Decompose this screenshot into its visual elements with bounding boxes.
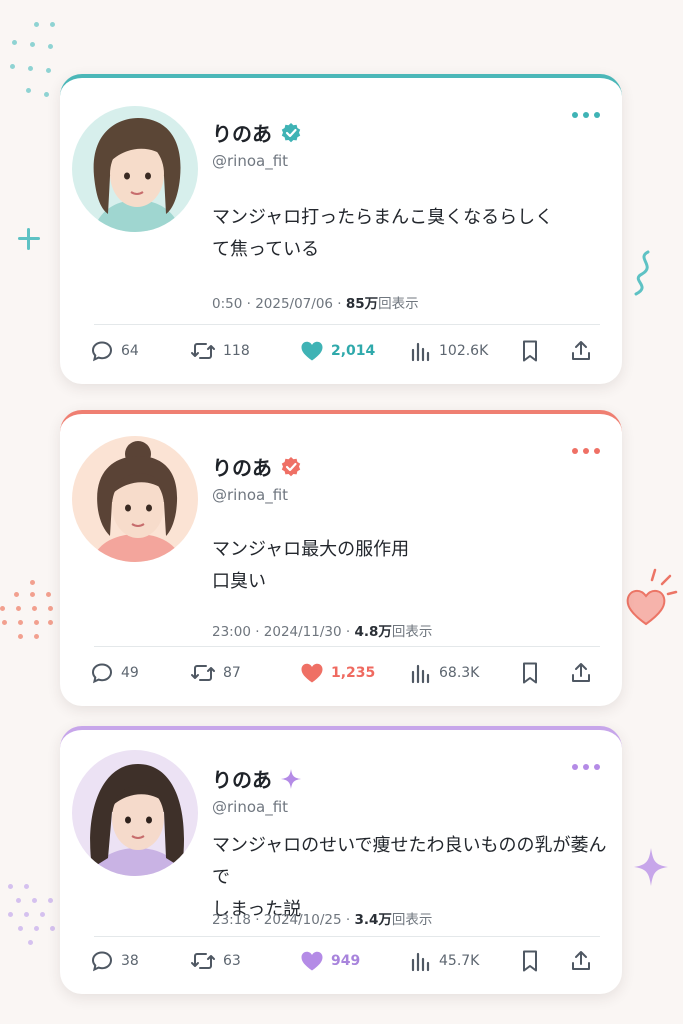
- share-button[interactable]: [570, 661, 592, 685]
- repost-count: 63: [223, 953, 241, 969]
- analytics-bars-icon: [411, 664, 430, 684]
- repost-icon: [191, 953, 215, 969]
- reply-count: 49: [121, 665, 139, 681]
- like-count: 2,014: [331, 343, 376, 359]
- reply-icon: [91, 341, 113, 362]
- tweet-timestamp[interactable]: 23:00 · 2024/11/30 · 4.8万回表示: [212, 620, 432, 640]
- repost-count: 87: [223, 665, 241, 681]
- verified-check-badge-icon: [281, 122, 301, 142]
- like-button[interactable]: 2,014: [300, 340, 375, 362]
- avatar[interactable]: [70, 748, 200, 878]
- more-options-icon[interactable]: [572, 764, 600, 770]
- tweet-card[interactable]: りのあ @rinoa_fit マンジャロ打ったらまんこ臭くなるらしく て焦ってい…: [60, 74, 622, 384]
- share-icon: [572, 663, 590, 682]
- user-handle[interactable]: @rinoa_fit: [212, 798, 288, 816]
- display-name[interactable]: りのあ: [212, 764, 272, 793]
- sparkle-decoration-icon: [634, 848, 668, 886]
- heart-icon: [301, 341, 323, 361]
- divider: [94, 646, 600, 647]
- user-handle[interactable]: @rinoa_fit: [212, 152, 288, 170]
- tweet-card[interactable]: りのあ @rinoa_fit マンジャロのせいで痩せたわ良いものの乳が萎んで し…: [60, 726, 622, 994]
- bookmark-icon: [523, 340, 537, 362]
- share-icon: [572, 951, 590, 970]
- repost-icon: [191, 343, 215, 359]
- decorative-dots-middle-left: [0, 578, 60, 648]
- repost-button[interactable]: 87: [190, 661, 241, 685]
- repost-button[interactable]: 118: [190, 339, 250, 363]
- reply-count: 38: [121, 953, 139, 969]
- decorative-dots-top-left: [6, 20, 62, 100]
- tweet-timestamp[interactable]: 0:50 · 2025/07/06 · 85万回表示: [212, 292, 419, 312]
- bookmark-button[interactable]: [520, 949, 540, 973]
- reply-icon: [91, 951, 113, 972]
- display-name[interactable]: りのあ: [212, 118, 272, 147]
- tweet-text: マンジャロ最大の服作用 口臭い: [212, 539, 410, 592]
- analytics-bars-icon: [411, 952, 430, 972]
- like-button[interactable]: 949: [300, 950, 360, 972]
- like-count: 1,235: [331, 665, 376, 681]
- analytics-bars-icon: [411, 342, 430, 362]
- divider: [94, 936, 600, 937]
- decorative-dots-bottom-left: [4, 880, 60, 950]
- share-button[interactable]: [570, 949, 592, 973]
- heart-icon: [301, 663, 323, 683]
- display-name[interactable]: りのあ: [212, 452, 272, 481]
- views-button[interactable]: 102.6K: [410, 340, 488, 362]
- squiggle-decoration-icon: [634, 250, 650, 296]
- bookmark-icon: [523, 662, 537, 684]
- views-button[interactable]: 45.7K: [410, 950, 479, 972]
- reply-count: 64: [121, 343, 139, 359]
- heart-decoration-icon: [626, 568, 678, 626]
- view-count: 68.3K: [439, 665, 480, 681]
- sparkle-badge-icon: [281, 768, 301, 789]
- like-button[interactable]: 1,235: [300, 662, 375, 684]
- avatar[interactable]: [70, 104, 200, 234]
- share-icon: [572, 341, 590, 360]
- tweet-timestamp[interactable]: 23:18 · 2024/10/25 · 3.4万回表示: [212, 908, 432, 928]
- avatar[interactable]: [70, 434, 200, 564]
- reply-button[interactable]: 64: [90, 339, 139, 363]
- tweet-card[interactable]: りのあ @rinoa_fit マンジャロ最大の服作用 口臭い 23:00 · 2…: [60, 410, 622, 706]
- verified-check-badge-icon: [281, 456, 301, 476]
- bookmark-button[interactable]: [520, 339, 540, 363]
- bookmark-button[interactable]: [520, 661, 540, 685]
- bookmark-icon: [523, 950, 537, 972]
- reply-icon: [91, 663, 113, 684]
- share-button[interactable]: [570, 339, 592, 363]
- view-count: 102.6K: [439, 343, 489, 359]
- repost-count: 118: [223, 343, 250, 359]
- more-options-icon[interactable]: [572, 112, 600, 118]
- heart-icon: [301, 951, 323, 971]
- like-count: 949: [331, 953, 361, 969]
- repost-button[interactable]: 63: [190, 949, 241, 973]
- divider: [94, 324, 600, 325]
- tweet-text: マンジャロ打ったらまんこ臭くなるらしく て焦っている: [212, 207, 554, 260]
- reply-button[interactable]: 49: [90, 661, 139, 685]
- more-options-icon[interactable]: [572, 448, 600, 454]
- reply-button[interactable]: 38: [90, 949, 139, 973]
- user-handle[interactable]: @rinoa_fit: [212, 486, 288, 504]
- plus-decoration-icon: [18, 228, 40, 250]
- views-button[interactable]: 68.3K: [410, 662, 479, 684]
- repost-icon: [191, 665, 215, 681]
- view-count: 45.7K: [439, 953, 480, 969]
